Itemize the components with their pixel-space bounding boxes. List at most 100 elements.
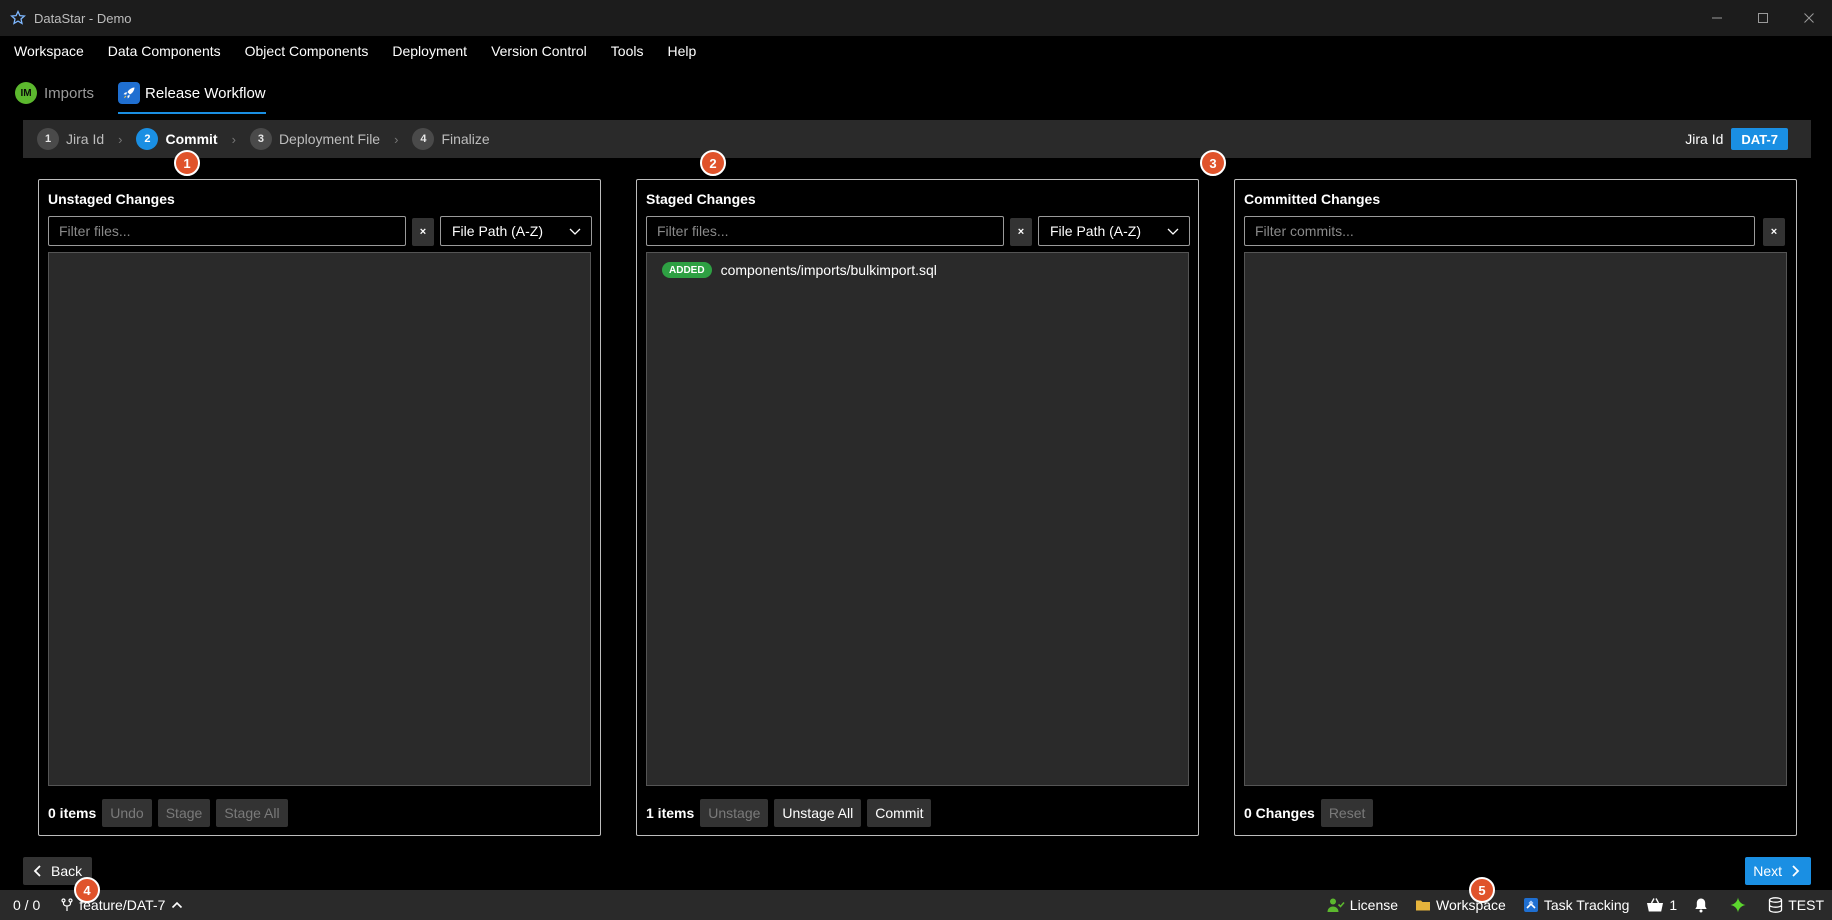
- menu-workspace[interactable]: Workspace: [14, 43, 84, 59]
- sparkle-icon: [1730, 897, 1746, 913]
- back-label: Back: [51, 863, 83, 879]
- step-label: Finalize: [441, 131, 490, 147]
- maximize-button[interactable]: [1740, 0, 1786, 36]
- unstage-all-button[interactable]: Unstage All: [774, 799, 862, 827]
- staged-clear-filter-button[interactable]: ×: [1010, 218, 1032, 246]
- reset-button[interactable]: Reset: [1320, 799, 1374, 827]
- unstaged-file-list[interactable]: [48, 252, 591, 786]
- chevron-down-icon: [569, 228, 581, 235]
- staged-count: 1 items: [646, 805, 695, 821]
- stage-button[interactable]: Stage: [157, 799, 211, 827]
- close-button[interactable]: [1786, 0, 1832, 36]
- menu-version-control[interactable]: Version Control: [491, 43, 587, 59]
- sync-status: 0 / 0: [13, 897, 41, 913]
- license-item[interactable]: License: [1327, 897, 1398, 913]
- committed-list[interactable]: [1244, 252, 1787, 786]
- workspace-item[interactable]: Workspace: [1415, 897, 1506, 913]
- workflow-stepper: 1 Jira Id › 2 Commit › 3 Deployment File…: [23, 120, 1811, 158]
- tab-release-workflow[interactable]: Release Workflow: [118, 74, 266, 114]
- menu-data-components[interactable]: Data Components: [108, 43, 221, 59]
- minimize-button[interactable]: [1694, 0, 1740, 36]
- menu-object-components[interactable]: Object Components: [245, 43, 369, 59]
- rocket-icon: [118, 82, 141, 104]
- unstaged-footer: 0 items Undo Stage Stage All: [48, 799, 294, 827]
- unstaged-changes-panel: Unstaged Changes × File Path (A-Z) 0 ite…: [38, 179, 601, 836]
- maximize-icon: [1758, 13, 1768, 23]
- status-bar: 0 / 0 feature/DAT-7 License Workspace Ta…: [0, 890, 1832, 920]
- title-bar: DataStar - Demo: [0, 0, 1832, 36]
- next-label: Next: [1753, 863, 1782, 879]
- notifications-button[interactable]: [1694, 897, 1713, 913]
- menu-tools[interactable]: Tools: [611, 43, 644, 59]
- step-number: 4: [412, 128, 435, 150]
- commit-button[interactable]: Commit: [867, 799, 932, 827]
- annotation-marker-4: 4: [74, 877, 100, 903]
- committed-changes-panel: Committed Changes × 0 Changes Reset: [1234, 179, 1797, 836]
- stage-all-button[interactable]: Stage All: [216, 799, 288, 827]
- git-branch-icon: [61, 898, 73, 911]
- unstaged-sort-select[interactable]: File Path (A-Z): [440, 216, 592, 246]
- ai-assistant-button[interactable]: [1730, 897, 1751, 913]
- basket-icon: [1647, 898, 1664, 912]
- panel-title: Unstaged Changes: [48, 191, 175, 207]
- document-tabs: IM Imports Release Workflow: [0, 74, 290, 114]
- basket-item[interactable]: 1: [1646, 897, 1677, 913]
- window-title: DataStar - Demo: [34, 10, 132, 26]
- unstage-button[interactable]: Unstage: [700, 799, 769, 827]
- chevron-right-icon: ›: [118, 131, 123, 147]
- committed-clear-filter-button[interactable]: ×: [1763, 218, 1785, 246]
- status-badge: ADDED: [662, 262, 712, 278]
- unstaged-count: 0 items: [48, 805, 97, 821]
- staged-sort-select[interactable]: File Path (A-Z): [1038, 216, 1190, 246]
- environment-item[interactable]: TEST: [1768, 897, 1824, 913]
- step-deployment-file[interactable]: 3 Deployment File: [249, 128, 381, 150]
- undo-button[interactable]: Undo: [102, 799, 152, 827]
- step-commit[interactable]: 2 Commit: [136, 128, 218, 150]
- task-tracking-item[interactable]: Task Tracking: [1523, 897, 1630, 913]
- jira-id-display: Jira Id DAT-7: [1685, 128, 1788, 150]
- step-label: Jira Id: [66, 131, 105, 147]
- step-finalize[interactable]: 4 Finalize: [412, 128, 490, 150]
- bell-icon: [1695, 898, 1707, 913]
- annotation-marker-5: 5: [1469, 877, 1495, 903]
- step-jira-id[interactable]: 1 Jira Id: [37, 128, 104, 150]
- unstaged-clear-filter-button[interactable]: ×: [412, 218, 434, 246]
- close-icon: [1804, 13, 1814, 23]
- jira-id-badge: DAT-7: [1731, 128, 1788, 150]
- minimize-icon: [1712, 17, 1722, 19]
- panel-title: Staged Changes: [646, 191, 756, 207]
- license-label: License: [1349, 897, 1399, 913]
- user-check-icon: [1327, 898, 1345, 912]
- workspace-label: Workspace: [1436, 897, 1506, 913]
- task-tracking-label: Task Tracking: [1543, 897, 1630, 913]
- menu-deployment[interactable]: Deployment: [392, 43, 467, 59]
- committed-count: 0 Changes: [1244, 805, 1315, 821]
- annotation-marker-2: 2: [700, 150, 726, 176]
- chevron-down-icon: [1167, 228, 1179, 235]
- committed-filter-input[interactable]: [1244, 216, 1755, 246]
- menu-help[interactable]: Help: [667, 43, 696, 59]
- tab-label: Release Workflow: [145, 84, 266, 102]
- chevron-right-icon: ›: [231, 131, 236, 147]
- step-number: 2: [136, 128, 159, 150]
- step-number: 3: [249, 128, 272, 150]
- staged-footer: 1 items Unstage Unstage All Commit: [646, 799, 937, 827]
- list-item[interactable]: ADDED components/imports/bulkimport.sql: [647, 253, 1188, 287]
- chevron-right-icon: ›: [394, 131, 399, 147]
- imports-badge-icon: IM: [15, 82, 37, 104]
- next-button[interactable]: Next: [1745, 857, 1811, 885]
- annotation-marker-1: 1: [174, 150, 200, 176]
- star-icon: [10, 10, 26, 26]
- step-label: Deployment File: [278, 131, 381, 147]
- tab-label: Imports: [44, 84, 95, 102]
- tab-imports[interactable]: IM Imports: [15, 74, 94, 112]
- unstaged-filter-input[interactable]: [48, 216, 406, 246]
- jira-id-label: Jira Id: [1685, 131, 1724, 147]
- database-icon: [1769, 897, 1783, 913]
- step-label: Commit: [165, 131, 218, 147]
- chevron-up-icon: [172, 901, 183, 909]
- step-number: 1: [37, 128, 59, 150]
- sort-select-value: File Path (A-Z): [452, 223, 544, 239]
- staged-filter-input[interactable]: [646, 216, 1004, 246]
- basket-count: 1: [1669, 897, 1678, 913]
